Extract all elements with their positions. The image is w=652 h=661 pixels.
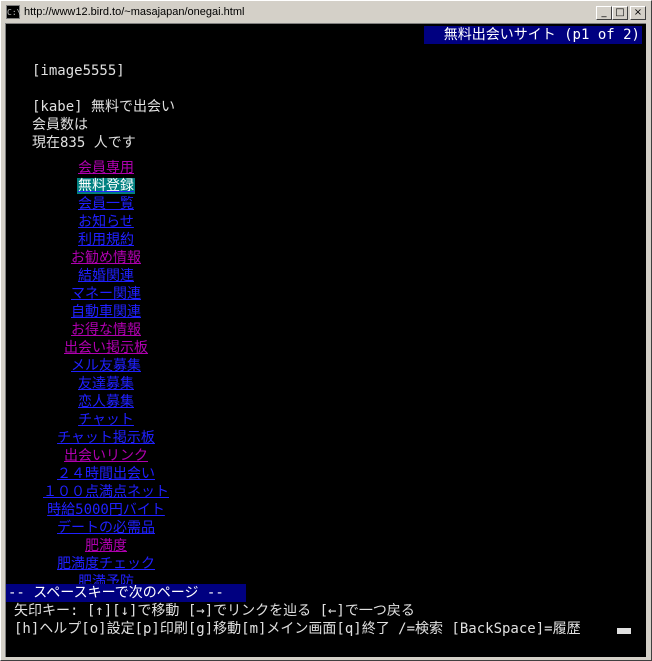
text-cursor <box>617 628 631 634</box>
nav-link[interactable]: お勧め情報 <box>6 249 206 267</box>
maximize-button[interactable]: □ <box>612 6 628 20</box>
nav-link-label: チャット掲示板 <box>57 430 155 446</box>
nav-link[interactable]: メル友募集 <box>6 357 206 375</box>
nav-link[interactable]: 利用規約 <box>6 231 206 249</box>
member-count-value: 現在835 人です <box>32 135 136 151</box>
nav-link-label: 肥満度 <box>85 538 127 554</box>
nav-link[interactable]: チャット掲示板 <box>6 429 206 447</box>
nav-link[interactable]: 出会い掲示板 <box>6 339 206 357</box>
nav-link-label: １００点満点ネット <box>43 484 169 500</box>
nav-link[interactable]: 結婚関連 <box>6 267 206 285</box>
help-line-navigation: 矢印キー: [↑][↓]で移動 [→]でリンクを辿る [←]で一つ戻る <box>14 603 415 619</box>
nav-link-label: 肥満度チェック <box>57 556 155 572</box>
nav-link[interactable]: 会員専用 <box>6 159 206 177</box>
nav-link[interactable]: 無料登録 <box>6 177 206 195</box>
nav-link-label: チャット <box>78 412 134 428</box>
help-line-commands: [h]ヘルプ[o]設定[p]印刷[g]移動[m]メイン画面[q]終了 /=検索 … <box>14 621 581 637</box>
nav-link[interactable]: チャット <box>6 411 206 429</box>
nav-link[interactable]: 自動車関連 <box>6 303 206 321</box>
nav-link-label: ２４時間出会い <box>57 466 155 482</box>
nav-link[interactable]: 肥満度 <box>6 537 206 555</box>
nav-link-label: 無料登録 <box>77 178 135 194</box>
nav-link[interactable]: 出会いリンク <box>6 447 206 465</box>
page-title-bar: 無料出会いサイト (p1 of 2) <box>424 26 642 44</box>
nav-link-label: 時給5000円バイト <box>47 502 165 518</box>
nav-link-label: 自動車関連 <box>71 304 141 320</box>
nav-link-label: マネー関連 <box>71 286 141 302</box>
nav-link-label: 出会いリンク <box>64 448 148 464</box>
nav-link[interactable]: 肥満度チェック <box>6 555 206 573</box>
nav-link[interactable]: お得な情報 <box>6 321 206 339</box>
console-icon: C:\ <box>6 5 21 19</box>
nav-link-label: お得な情報 <box>71 322 141 338</box>
nav-link[interactable]: １００点満点ネット <box>6 483 206 501</box>
nav-link[interactable]: マネー関連 <box>6 285 206 303</box>
close-button[interactable]: × <box>630 6 646 20</box>
window-title: http://www12.bird.to/~masajapan/onegai.h… <box>24 6 245 18</box>
nav-link[interactable]: 友達募集 <box>6 375 206 393</box>
nav-link-label: デートの必需品 <box>57 520 155 536</box>
next-page-prompt: -- スペースキーで次のページ -- <box>6 584 246 602</box>
nav-link[interactable]: デートの必需品 <box>6 519 206 537</box>
member-count-label: 会員数は <box>32 117 88 133</box>
nav-link[interactable]: ２４時間出会い <box>6 465 206 483</box>
nav-link-label: 会員専用 <box>78 160 134 176</box>
nav-link-label: 結婚関連 <box>78 268 134 284</box>
nav-link-label: 恋人募集 <box>78 394 134 410</box>
title-bar[interactable]: C:\ http://www12.bird.to/~masajapan/oneg… <box>4 4 648 22</box>
minimize-button[interactable]: _ <box>596 6 612 20</box>
nav-link-label: 友達募集 <box>78 376 134 392</box>
nav-link-label: お知らせ <box>78 214 134 230</box>
nav-link-label: 会員一覧 <box>78 196 134 212</box>
image-placeholder: [image5555] <box>32 63 125 79</box>
browser-window: C:\ http://www12.bird.to/~masajapan/oneg… <box>0 0 652 661</box>
nav-link[interactable]: 恋人募集 <box>6 393 206 411</box>
nav-link[interactable]: 会員一覧 <box>6 195 206 213</box>
nav-link-label: お勧め情報 <box>71 250 141 266</box>
nav-link[interactable]: 時給5000円バイト <box>6 501 206 519</box>
site-tagline: [kabe] 無料で出会い <box>32 99 176 115</box>
nav-link[interactable]: お知らせ <box>6 213 206 231</box>
nav-link-label: メル友募集 <box>71 358 141 374</box>
nav-link-label: 利用規約 <box>78 232 134 248</box>
nav-link-label: 出会い掲示板 <box>64 340 148 356</box>
terminal-screen[interactable]: 無料出会いサイト (p1 of 2) [image5555] [kabe] 無料… <box>5 23 646 657</box>
